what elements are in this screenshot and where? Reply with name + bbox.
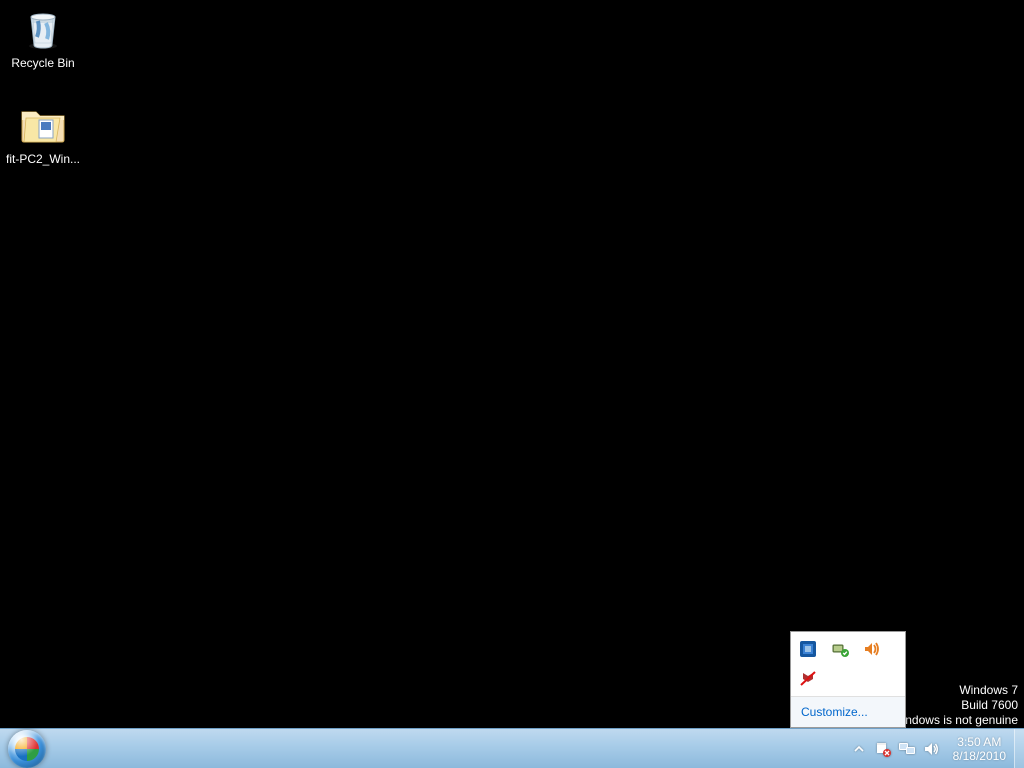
- action-center-icon[interactable]: [873, 739, 893, 759]
- desktop-icons: Recycle Bin fit-PC2_Win...: [4, 4, 94, 196]
- windows-orb-icon: [8, 730, 46, 768]
- clock-time: 3:50 AM: [957, 735, 1001, 749]
- desktop-icon-folder[interactable]: fit-PC2_Win...: [4, 100, 82, 166]
- tray-overflow-popup: Customize...: [790, 631, 906, 728]
- tray-item-disabled-icon[interactable]: [799, 670, 817, 688]
- desktop-icon-recycle-bin[interactable]: Recycle Bin: [4, 4, 82, 70]
- clock-date: 8/18/2010: [953, 749, 1006, 763]
- tray-item-intel-graphics-icon[interactable]: [799, 640, 817, 658]
- system-tray: [845, 729, 945, 768]
- tray-popup-footer: Customize...: [791, 696, 905, 727]
- recycle-bin-icon: [19, 4, 67, 52]
- taskbar: 3:50 AM 8/18/2010: [0, 728, 1024, 768]
- tray-overflow-button[interactable]: [849, 739, 869, 759]
- volume-icon[interactable]: [921, 739, 941, 759]
- taskbar-clock[interactable]: 3:50 AM 8/18/2010: [945, 735, 1014, 763]
- start-button[interactable]: [0, 729, 54, 768]
- show-desktop-button[interactable]: [1014, 729, 1024, 768]
- tray-item-safely-remove-icon[interactable]: [831, 640, 849, 658]
- network-icon[interactable]: [897, 739, 917, 759]
- folder-icon: [19, 100, 67, 148]
- customize-link[interactable]: Customize...: [801, 705, 868, 719]
- desktop[interactable]: Recycle Bin fit-PC2_Win... Windows 7 Bui…: [0, 0, 1024, 768]
- tray-popup-icon-grid: [791, 632, 905, 696]
- tray-item-audio-icon[interactable]: [863, 640, 881, 658]
- desktop-icon-label: Recycle Bin: [11, 56, 74, 70]
- desktop-icon-label: fit-PC2_Win...: [6, 152, 80, 166]
